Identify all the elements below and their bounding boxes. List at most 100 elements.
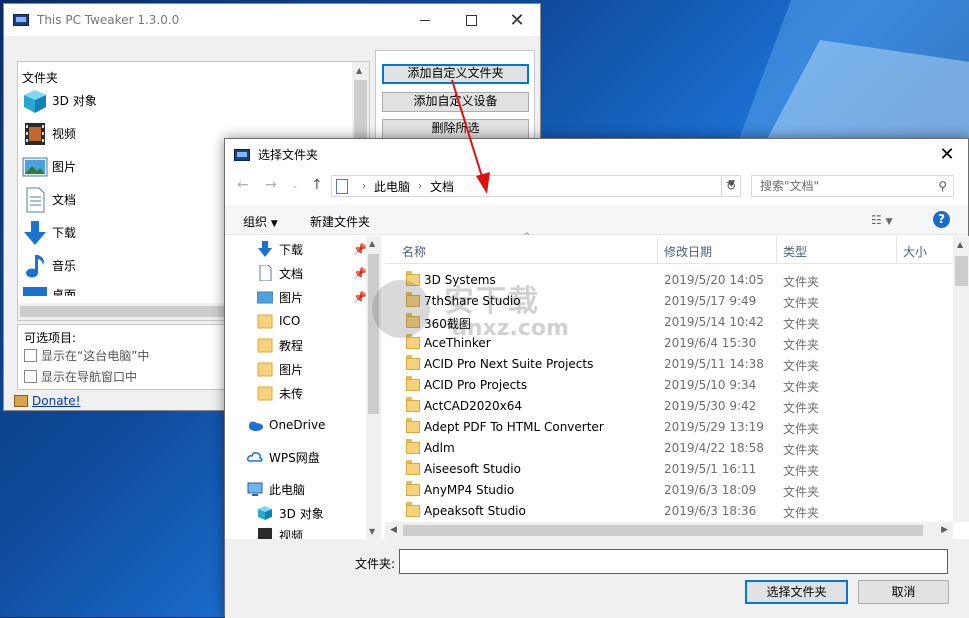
folder-icon	[406, 460, 420, 475]
refresh-button[interactable]: ↻	[721, 175, 741, 197]
folder-icon	[406, 355, 420, 370]
folder-item-music[interactable]: 音乐	[22, 249, 97, 282]
file-row[interactable]: ActCAD2020x64 2019/5/30 9:42 文件夹	[385, 396, 950, 417]
nav-item-this-pc[interactable]: 此电脑	[247, 478, 305, 500]
file-type: 文件夹	[783, 464, 820, 478]
scroll-thumb[interactable]	[403, 525, 923, 536]
column-divider[interactable]	[657, 236, 658, 264]
file-list-hscroll[interactable]: ◀ ▶	[385, 522, 953, 539]
scroll-up-icon[interactable]: ▲	[356, 66, 362, 75]
chevron-right-icon[interactable]: ›	[418, 181, 422, 192]
file-date: 2019/5/11 14:38	[664, 357, 764, 371]
option-show-in-nav[interactable]: 显示在导航窗口中	[24, 368, 137, 385]
address-bar[interactable]: › 此电脑 › 文档 ▼	[331, 175, 741, 197]
folder-item-downloads[interactable]: 下载	[22, 216, 97, 249]
folder-item-pictures[interactable]: 图片	[22, 150, 97, 183]
file-row[interactable]: 360截图 2019/5/14 10:42 文件夹	[385, 312, 950, 333]
column-name-header[interactable]: 名称	[402, 243, 426, 260]
column-divider[interactable]	[776, 236, 777, 264]
file-date: 2019/5/14 10:42	[664, 315, 764, 329]
scroll-up-icon[interactable]: ▲	[369, 239, 375, 248]
column-date-header[interactable]: 修改日期	[664, 243, 712, 260]
file-type: 文件夹	[783, 296, 820, 310]
new-folder-button[interactable]: 新建文件夹	[310, 213, 370, 230]
add-custom-folder-button[interactable]: 添加自定义文件夹	[382, 64, 529, 84]
cancel-button[interactable]: 取消	[858, 580, 949, 604]
column-divider[interactable]	[896, 236, 897, 264]
maximize-button[interactable]	[448, 4, 494, 36]
breadcrumb-current[interactable]: 文档	[430, 178, 454, 195]
option-show-in-this-pc[interactable]: 显示在“这台电脑”中	[24, 347, 149, 364]
forward-arrow-icon[interactable]: →	[265, 177, 277, 193]
nav-item-pictures-folder[interactable]: 图片	[257, 358, 303, 380]
folder-item-3d[interactable]: 3D 对象	[22, 84, 97, 117]
donate-link[interactable]: Donate!	[32, 394, 80, 408]
up-arrow-icon[interactable]: ↑	[311, 177, 323, 193]
scroll-thumb[interactable]	[20, 306, 250, 317]
column-type-header[interactable]: 类型	[783, 243, 807, 260]
file-row[interactable]: ACID Pro Next Suite Projects 2019/5/11 14…	[385, 354, 950, 375]
sort-up-icon: ^	[523, 232, 531, 242]
scroll-right-icon[interactable]: ▶	[941, 525, 948, 535]
organize-menu[interactable]: 组织 ▼	[243, 213, 278, 230]
file-row[interactable]: Adept PDF To HTML Converter 2019/5/29 13:…	[385, 417, 950, 438]
nav-item-tutorial[interactable]: 教程	[257, 334, 303, 356]
file-row[interactable]: AceThinker 2019/6/4 15:30 文件夹	[385, 333, 950, 354]
pin-icon[interactable]: 📌	[353, 243, 367, 256]
scroll-left-icon[interactable]: ◀	[390, 525, 397, 535]
back-arrow-icon[interactable]: ←	[237, 177, 249, 193]
checkbox[interactable]	[24, 349, 37, 362]
select-folder-button[interactable]: 选择文件夹	[745, 580, 848, 604]
pin-icon[interactable]: 📌	[353, 291, 367, 304]
minimize-button[interactable]	[402, 4, 448, 36]
scroll-thumb[interactable]	[368, 254, 379, 414]
folder-item-documents[interactable]: 文档	[22, 183, 97, 216]
folder-label: 音乐	[52, 259, 77, 273]
folder-item-desktop[interactable]: 桌面	[22, 282, 97, 296]
nav-pane-scrollbar[interactable]: ▲ ▼	[366, 236, 381, 539]
delete-selected-button[interactable]: 删除所选	[382, 119, 529, 139]
help-icon[interactable]: ?	[933, 211, 950, 228]
dialog-titlebar[interactable]: 选择文件夹 ✕	[225, 139, 968, 170]
file-row[interactable]: AnyMP4 Studio 2019/6/3 18:09 文件夹	[385, 480, 950, 501]
chevron-right-icon[interactable]: ›	[362, 181, 366, 192]
close-button[interactable]: ✕	[494, 4, 540, 36]
nav-item-3d[interactable]: 3D 对象	[257, 502, 324, 524]
scroll-down-icon[interactable]: ▼	[369, 527, 375, 536]
add-custom-device-button[interactable]: 添加自定义设备	[382, 92, 529, 112]
nav-item-ico[interactable]: ICO	[257, 310, 300, 332]
dialog-close-button[interactable]: ✕	[926, 144, 968, 165]
this-pc-icon	[247, 482, 263, 496]
folder-icon	[406, 271, 420, 286]
view-options-icon[interactable]: ☷ ▼	[871, 213, 893, 227]
folder-item-video[interactable]: 视频	[22, 117, 97, 150]
folder-label: 视频	[52, 127, 77, 141]
file-row[interactable]: 7thShare Studio 2019/5/17 9:49 文件夹	[385, 291, 950, 312]
file-name: 360截图	[424, 317, 471, 331]
recent-dropdown-icon[interactable]: ⌄	[291, 181, 299, 191]
main-titlebar[interactable]: This PC Tweaker 1.3.0.0 ✕	[4, 4, 540, 36]
folder-icon	[406, 481, 420, 496]
scroll-up-icon[interactable]: ▲	[957, 240, 963, 249]
nav-item-video[interactable]: 视频	[257, 524, 303, 539]
file-row[interactable]: Adlm 2019/4/22 18:58 文件夹	[385, 438, 950, 459]
scroll-thumb[interactable]	[955, 256, 968, 286]
file-date: 2019/5/30 9:42	[664, 399, 757, 413]
folder-label: 桌面	[52, 288, 77, 296]
nav-item-onedrive[interactable]: OneDrive	[247, 414, 325, 436]
nav-item-unsent[interactable]: 未传	[257, 382, 303, 404]
checkbox[interactable]	[24, 370, 37, 383]
nav-label: 未传	[279, 386, 304, 401]
file-row[interactable]: Aiseesoft Studio 2019/5/1 16:11 文件夹	[385, 459, 950, 480]
folder-name-input[interactable]	[399, 549, 948, 574]
breadcrumb-root[interactable]: 此电脑	[374, 178, 410, 195]
nav-item-wps[interactable]: WPS网盘	[247, 446, 320, 468]
search-input[interactable]: 搜索"文档" ⚲	[751, 175, 954, 197]
file-row[interactable]: 3D Systems 2019/5/20 14:05 文件夹	[385, 270, 950, 291]
pin-icon[interactable]: 📌	[353, 267, 367, 280]
pin-holder: 📌	[225, 238, 367, 260]
file-row[interactable]: Apeaksoft Studio 2019/6/3 18:36 文件夹	[385, 501, 950, 522]
file-row[interactable]: ACID Pro Projects 2019/5/10 9:34 文件夹	[385, 375, 950, 396]
column-size-header[interactable]: 大小	[903, 243, 927, 260]
file-list-vscroll[interactable]: ▲	[953, 236, 969, 522]
